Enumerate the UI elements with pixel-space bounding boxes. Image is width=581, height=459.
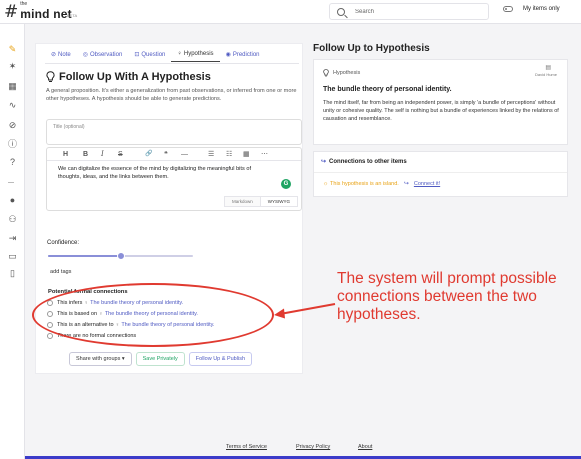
grammar-check-icon[interactable]: G [281, 179, 291, 189]
sidebar-item-info[interactable]: ⓘ [7, 139, 18, 150]
connection-arrow-icon: ↪ [403, 181, 409, 187]
editor-mode-tabs: Markdown WYSIWYG [223, 196, 298, 207]
hypothesis-body: The mind itself, far from being an indep… [323, 100, 559, 122]
sidebar-item-notebook[interactable]: ▯ [7, 268, 18, 279]
toggle-switch[interactable] [503, 6, 513, 12]
form-actions: Share with groups ▾ Save Privately Follo… [69, 352, 256, 366]
sidebar-item-ideas[interactable]: ✎ [7, 44, 18, 55]
connections-title: ↪ Connections to other items [321, 158, 407, 166]
beta-badge: BETA [67, 13, 78, 18]
annotation-oval [32, 283, 274, 347]
logo-name: mind net [20, 7, 72, 21]
my-items-toggle[interactable]: My items only [503, 6, 560, 12]
terms-link[interactable]: Terms of Service [226, 444, 267, 450]
sidebar-item-explore[interactable]: ⊘ [7, 120, 18, 131]
tab-observation[interactable]: ◎ Observation [77, 48, 129, 62]
island-icon: ☼ [323, 180, 329, 187]
tab-note[interactable]: ⊘ Note [45, 48, 77, 62]
share-with-groups-button[interactable]: Share with groups ▾ [69, 352, 132, 366]
add-tags-input[interactable]: add tags [50, 269, 71, 275]
sidebar-divider [8, 182, 14, 183]
tab-hypothesis[interactable]: ♀ Hypothesis [171, 48, 220, 62]
search-icon [337, 7, 345, 16]
observation-icon: ◎ [82, 52, 88, 58]
quote-icon[interactable]: ❝ [164, 150, 168, 159]
privacy-link[interactable]: Privacy Policy [296, 444, 330, 450]
connection-arrow-icon: ↪ [321, 159, 327, 165]
sidebar-item-board[interactable]: ▦ [7, 81, 18, 92]
lightbulb-icon [323, 69, 329, 77]
parent-hypothesis-card[interactable]: Hypothesis ▤ David Hume The bundle theor… [313, 59, 568, 145]
sidebar: ✎ ✶ ▦ ∿ ⊘ ⓘ ? ● ⚇ ⇥ ▭ ▯ [0, 24, 25, 459]
form-title: Follow Up With A Hypothesis [46, 71, 211, 83]
sidebar-item-import[interactable]: ⇥ [7, 233, 18, 244]
sidebar-item-help[interactable]: ? [7, 157, 18, 168]
confidence-slider[interactable] [48, 252, 193, 260]
logo[interactable]: # the mind net [4, 2, 72, 22]
connections-card: ↪ Connections to other items ☼ This hypo… [313, 151, 568, 197]
connections-divider [314, 172, 567, 173]
lightbulb-icon: ♀ [177, 51, 182, 57]
island-message: ☼ This hypothesis is an island. ↪ Connec… [323, 180, 441, 188]
heading-button[interactable]: H [63, 150, 68, 159]
tab-prediction[interactable]: ◉ Prediction [220, 48, 266, 62]
sidebar-item-archive[interactable]: ▭ [7, 251, 18, 262]
confidence-slider-thumb[interactable] [116, 252, 125, 260]
bold-button[interactable]: B [83, 150, 88, 159]
annotation-arrow [274, 303, 336, 319]
form-description: A general proposition. It's either a gen… [46, 88, 297, 102]
confidence-label: Confidence: [47, 240, 80, 246]
bullet-list-icon[interactable]: ☰ [208, 150, 214, 159]
editor-toolbar: H B I S 🔗 ❝ — ☰ ☷ ▦ ⋯ [47, 148, 301, 161]
connect-it-link[interactable]: Connect it! [414, 181, 440, 187]
hypothesis-type-label: Hypothesis [323, 69, 360, 77]
body-editor[interactable]: H B I S 🔗 ❝ — ☰ ☷ ▦ ⋯ We can digitalize … [46, 147, 302, 211]
title-input[interactable] [53, 124, 253, 130]
question-icon: ⊡ [134, 52, 140, 58]
author-name: David Hume [534, 72, 557, 77]
radio-button[interactable] [47, 333, 53, 339]
sidebar-item-activity[interactable]: ∿ [7, 100, 18, 111]
tabs-divider [45, 63, 299, 64]
annotation-text: The system will prompt possible connecti… [337, 270, 557, 323]
sidebar-item-profile[interactable]: ● [7, 195, 18, 206]
hypothesis-title: The bundle theory of personal identity. [323, 86, 452, 93]
sidebar-item-groups[interactable]: ⚇ [7, 214, 18, 225]
lightbulb-icon [46, 71, 55, 82]
confidence-slider-fill [48, 255, 121, 257]
my-items-label: My items only [523, 6, 560, 12]
more-icon[interactable]: ⋯ [261, 150, 268, 159]
save-privately-button[interactable]: Save Privately [135, 352, 185, 366]
table-icon[interactable]: ▦ [243, 150, 250, 159]
follow-up-title: Follow Up to Hypothesis [313, 43, 430, 54]
comment-icon[interactable]: ▤ [545, 64, 551, 71]
body-text[interactable]: We can digitalize the essence of the min… [58, 165, 268, 181]
divider-icon[interactable]: — [181, 150, 188, 159]
strikethrough-button[interactable]: S [118, 150, 123, 159]
prediction-icon: ◉ [225, 52, 231, 58]
search-input[interactable] [355, 8, 475, 15]
numbered-list-icon[interactable]: ☷ [226, 150, 232, 159]
tab-question[interactable]: ⊡ Question [128, 48, 171, 62]
note-icon: ⊘ [51, 52, 57, 58]
sidebar-item-connections[interactable]: ✶ [7, 61, 18, 72]
title-field[interactable] [46, 119, 302, 145]
about-link[interactable]: About [358, 444, 372, 450]
top-bar: # the mind net BETA My items only [0, 0, 581, 24]
hash-logo-icon: # [4, 1, 19, 22]
follow-up-publish-button[interactable]: Follow Up & Publish [188, 352, 252, 366]
search-box[interactable] [329, 3, 489, 20]
markdown-mode-tab[interactable]: Markdown [224, 197, 260, 206]
italic-button[interactable]: I [101, 150, 104, 159]
wysiwyg-mode-tab[interactable]: WYSIWYG [259, 197, 297, 206]
item-type-tabs: ⊘ Note ◎ Observation ⊡ Question ♀ Hypothesis… [45, 48, 266, 62]
link-icon[interactable]: 🔗 [145, 150, 152, 159]
